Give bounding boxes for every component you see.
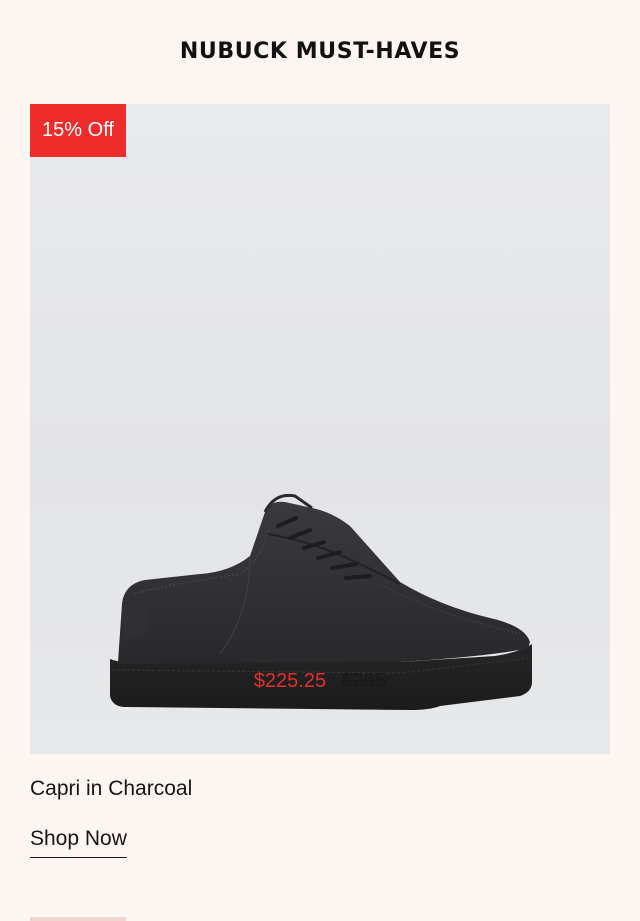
discount-badge: 15% Off: [30, 104, 126, 157]
product-name[interactable]: Capri in Charcoal: [30, 777, 192, 801]
next-item-edge: [30, 917, 126, 921]
price-row: $225.25 $265: [30, 670, 610, 693]
product-card[interactable]: 15% Off $225.25 $265: [30, 104, 610, 754]
shop-now-link[interactable]: Shop Now: [30, 827, 127, 858]
section-title: NUBUCK MUST-HAVES: [179, 38, 461, 64]
original-price: $265: [341, 670, 387, 692]
sale-price: $225.25: [253, 670, 327, 692]
